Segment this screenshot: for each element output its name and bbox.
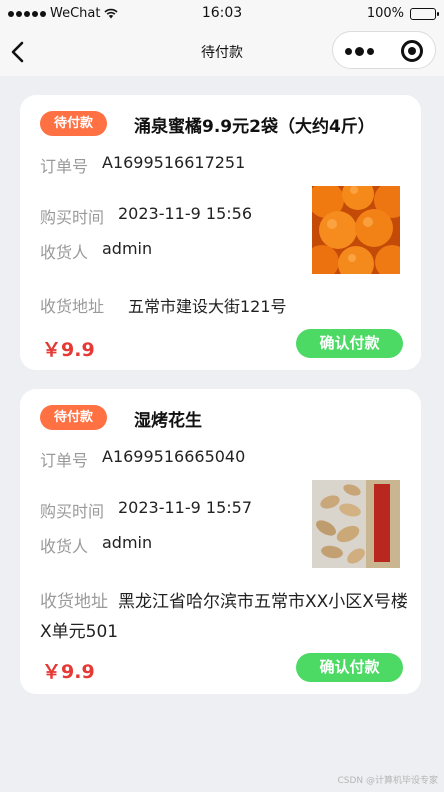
product-name: 涌泉蜜橘9.9元2袋（大约4斤） bbox=[134, 117, 375, 137]
purchase-time-value: 2023-11-9 15:56 bbox=[118, 204, 252, 223]
receiver-label: 收货人 bbox=[40, 243, 89, 262]
order-card[interactable]: 待付款 涌泉蜜橘9.9元2袋（大约4斤） 订单号 A1699516617251 … bbox=[20, 95, 421, 370]
address-value: 五常市建设大街121号 bbox=[128, 297, 287, 316]
battery-percent: 100% bbox=[366, 6, 404, 21]
mini-program-capsule bbox=[332, 31, 436, 69]
order-card[interactable]: 待付款 湿烤花生 订单号 A1699516665040 购买时间 2023-11… bbox=[20, 389, 421, 694]
confirm-pay-button[interactable]: 确认付款 bbox=[296, 329, 403, 358]
more-icon[interactable] bbox=[345, 44, 381, 58]
order-no-label: 订单号 bbox=[40, 157, 89, 176]
product-image-oranges[interactable] bbox=[312, 186, 400, 274]
order-no-label: 订单号 bbox=[40, 451, 89, 470]
nav-bar: 待付款 bbox=[0, 28, 444, 76]
battery-icon bbox=[410, 7, 439, 20]
order-no-value: A1699516665040 bbox=[102, 447, 246, 466]
receiver-label: 收货人 bbox=[40, 537, 89, 556]
watermark: CSDN @计算机毕设专家 bbox=[337, 776, 438, 786]
address-block: 收货地址 黑龙江省哈尔滨市五常市XX小区X号楼X单元501 bbox=[40, 587, 410, 647]
status-right: 100% bbox=[366, 6, 439, 21]
receiver-value: admin bbox=[102, 239, 153, 258]
status-tag: 待付款 bbox=[40, 405, 107, 430]
product-image-peanuts[interactable] bbox=[312, 480, 400, 568]
address-label: 收货地址 bbox=[40, 297, 105, 316]
order-price: ￥9.9 bbox=[42, 661, 95, 683]
purchase-time-label: 购买时间 bbox=[40, 208, 105, 227]
status-bar: WeChat 16:03 100% bbox=[0, 0, 444, 28]
receiver-value: admin bbox=[102, 533, 153, 552]
oranges-image bbox=[312, 186, 400, 274]
order-no-value: A1699516617251 bbox=[102, 153, 246, 172]
confirm-pay-button[interactable]: 确认付款 bbox=[296, 653, 403, 682]
close-mini-program-icon[interactable] bbox=[401, 40, 423, 62]
product-name: 湿烤花生 bbox=[134, 411, 202, 431]
order-price: ￥9.9 bbox=[42, 339, 95, 361]
peanuts-image bbox=[312, 480, 400, 568]
address-label: 收货地址 bbox=[40, 592, 108, 612]
purchase-time-label: 购买时间 bbox=[40, 502, 105, 521]
status-tag: 待付款 bbox=[40, 111, 107, 136]
purchase-time-value: 2023-11-9 15:57 bbox=[118, 498, 252, 517]
